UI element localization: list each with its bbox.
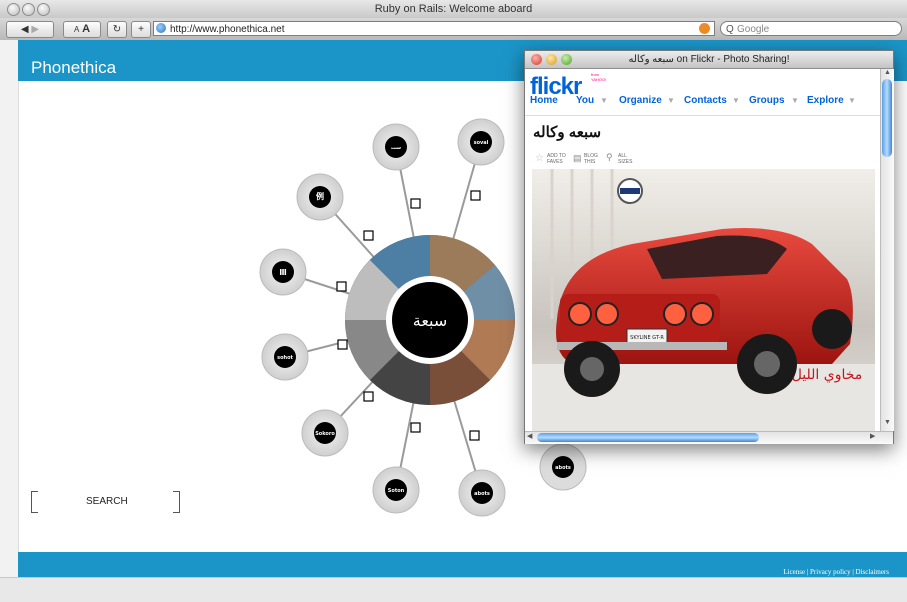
scroll-right-icon[interactable]: ▶ — [870, 432, 875, 440]
site-brand[interactable]: Phonethica — [31, 58, 116, 78]
left-bracket-icon — [31, 491, 38, 513]
node-label: 例 — [316, 191, 324, 201]
nav-you[interactable]: You — [576, 95, 594, 106]
address-bar[interactable]: http://www.phonethica.net — [153, 21, 715, 36]
flickr-nav: Home You ▼ Organize ▼ Contacts ▼ Groups … — [525, 93, 880, 113]
flickr-window: سبعه وكاله on Flickr - Photo Sharing! fl… — [524, 50, 894, 444]
site-globe-icon — [156, 23, 166, 33]
chevron-down-icon[interactable]: ▼ — [791, 96, 799, 105]
graph-node-extra[interactable]: abots — [538, 442, 590, 492]
photo-title: سبعه وكاله — [533, 124, 602, 141]
license-plate: SKYLINE GT-R — [630, 335, 664, 341]
site-footer — [18, 552, 907, 577]
scroll-up-icon[interactable]: ▲ — [884, 69, 891, 76]
left-margin — [0, 40, 19, 577]
nav-contacts[interactable]: Contacts — [684, 95, 727, 106]
node-label: Sokoro — [315, 431, 335, 437]
photo-actions: ☆ ADD TO FAVES ▤ BLOG THIS ⚲ ALL SIZES — [535, 152, 835, 165]
center-word: سبعة — [413, 311, 448, 330]
footer-links[interactable]: License | Privacy policy | Disclaimers — [783, 568, 889, 576]
reload-button[interactable]: ↻ — [107, 21, 127, 38]
node-label: sohot — [277, 355, 293, 361]
rss-icon[interactable] — [699, 23, 710, 34]
status-bar — [0, 577, 907, 602]
horizontal-scrollbar[interactable]: ◀ ▶ — [525, 431, 893, 444]
nav-groups[interactable]: Groups — [749, 95, 785, 106]
back-arrow-icon[interactable]: ◀ — [21, 24, 29, 35]
chevron-down-icon[interactable]: ▼ — [732, 96, 740, 105]
text-size-buttons[interactable]: A A — [63, 21, 101, 38]
vertical-scrollbar[interactable]: ▲ ▼ — [880, 69, 894, 431]
plus-icon: + — [138, 24, 144, 35]
search-placeholder: Google — [737, 24, 770, 35]
nav-organize[interactable]: Organize — [619, 95, 662, 106]
nav-divider — [525, 115, 880, 116]
star-icon[interactable]: ☆ — [535, 153, 544, 164]
scroll-down-icon[interactable]: ▼ — [884, 419, 891, 426]
node-label: Soton — [388, 488, 405, 494]
car-photo[interactable]: SKYLINE GT-R مخاوي الليل — [532, 169, 875, 431]
horizontal-scroll-thumb[interactable] — [537, 433, 759, 442]
nav-explore[interactable]: Explore — [807, 95, 844, 106]
window-title: Ruby on Rails: Welcome aboard — [374, 3, 533, 15]
vertical-scroll-thumb[interactable] — [882, 79, 892, 157]
node-label: Ⅲ — [279, 268, 287, 277]
yahoo-badge: from YAHOO! — [591, 72, 607, 82]
forward-arrow-icon[interactable]: ▶ — [31, 24, 39, 35]
search-prefix-icon: Q — [726, 24, 734, 35]
blog-this-link[interactable]: BLOG THIS — [584, 153, 600, 165]
text-larger-label[interactable]: A — [82, 23, 90, 35]
node-label: ست — [391, 145, 401, 151]
nav-home[interactable]: Home — [530, 95, 558, 106]
magnifier-icon[interactable]: ⚲ — [606, 152, 613, 163]
phonetic-graph: ست soval 例 Ⅲ sohot Sokoro Soton abots سب… — [259, 118, 516, 517]
reload-icon: ↻ — [112, 24, 122, 35]
all-sizes-link[interactable]: ALL SIZES — [618, 153, 634, 165]
node-label: soval — [474, 140, 489, 146]
scroll-left-icon[interactable]: ◀ — [527, 432, 532, 440]
flickr-window-title: سبعه وكاله on Flickr - Photo Sharing! — [628, 54, 790, 65]
chevron-down-icon[interactable]: ▼ — [848, 96, 856, 105]
photo-signature: مخاوي الليل — [792, 367, 863, 383]
blog-icon[interactable]: ▤ — [573, 153, 582, 164]
add-bookmark-button[interactable]: + — [131, 21, 151, 38]
node-label: abots — [555, 465, 571, 471]
node-label: abots — [474, 491, 490, 497]
car-photo-art: SKYLINE GT-R مخاوي الليل — [532, 169, 875, 431]
chevron-down-icon[interactable]: ▼ — [600, 96, 608, 105]
right-bracket-icon — [173, 491, 180, 513]
back-forward-buttons[interactable]: ◀ ▶ — [6, 21, 54, 38]
flickr-page: flickr from YAHOO! Home You ▼ Organize ▼… — [525, 69, 880, 431]
flickr-title-bar: سبعه وكاله on Flickr - Photo Sharing! — [525, 51, 893, 69]
google-search-field[interactable]: Q Google — [720, 21, 902, 36]
browser-toolbar: ◀ ▶ A A ↻ + http://www.phonethica.net Q … — [0, 18, 907, 41]
search-label[interactable]: SEARCH — [86, 496, 128, 507]
add-to-faves-link[interactable]: ADD TO FAVES — [547, 153, 567, 165]
text-smaller-label[interactable]: A — [74, 25, 79, 34]
chevron-down-icon[interactable]: ▼ — [667, 96, 675, 105]
title-bar: Ruby on Rails: Welcome aboard — [0, 0, 907, 19]
